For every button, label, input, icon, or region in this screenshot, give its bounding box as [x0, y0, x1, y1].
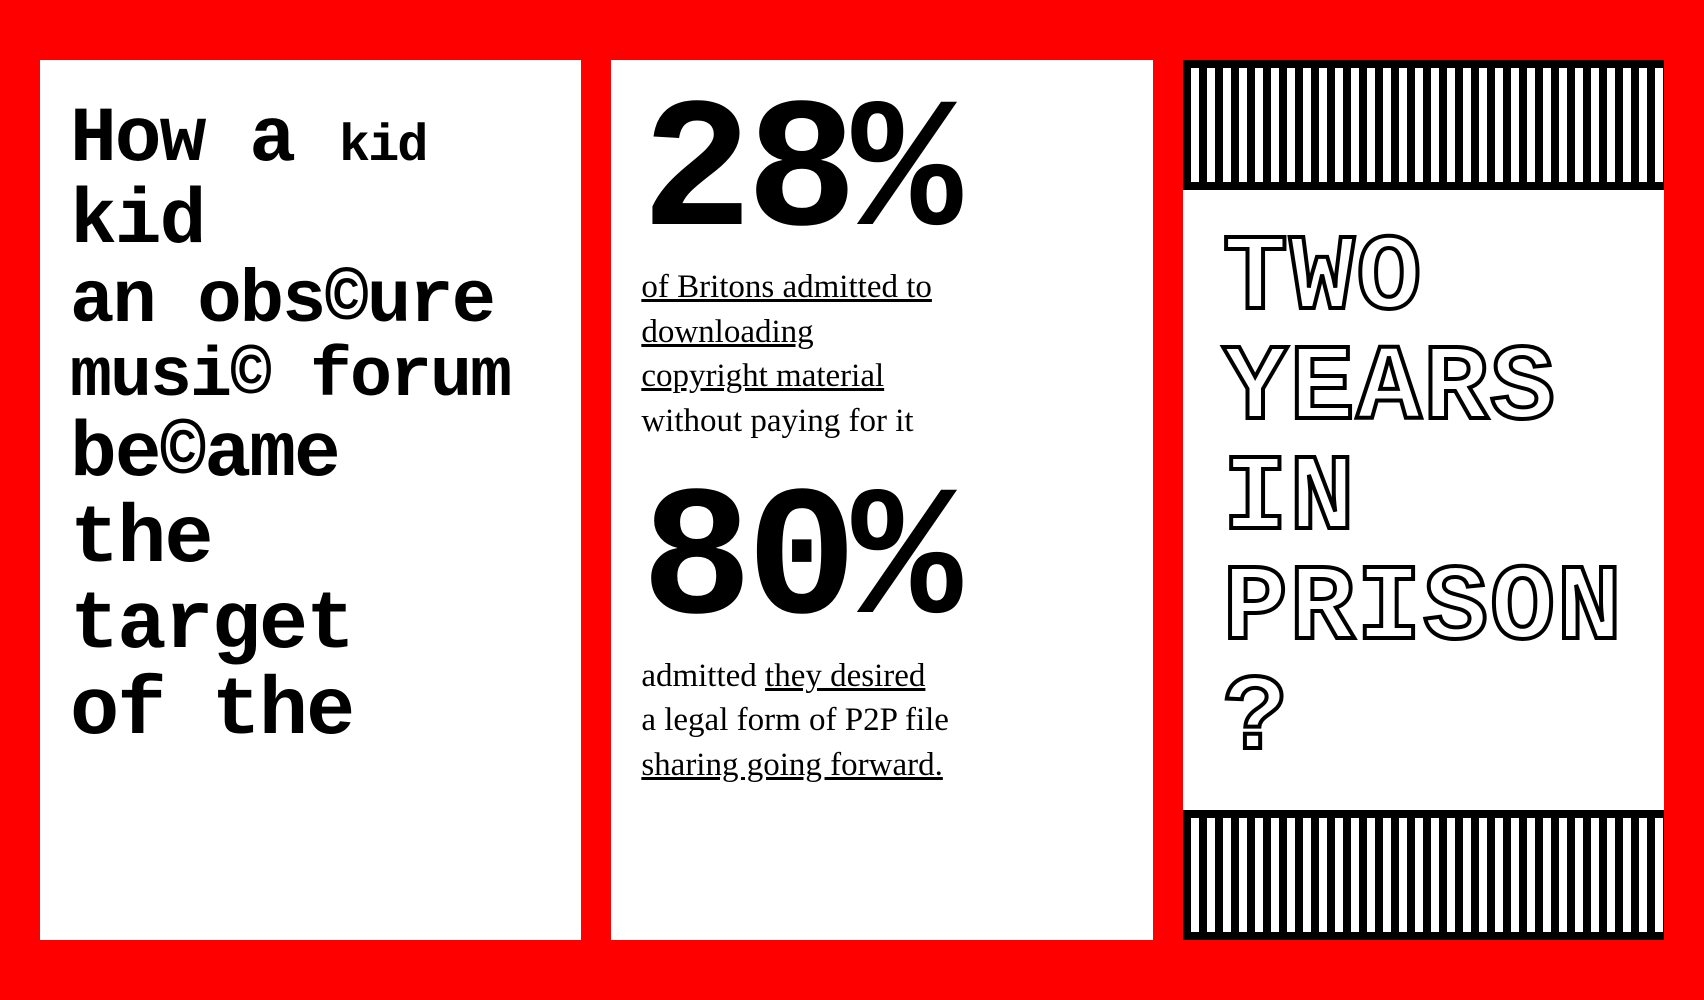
question-mark: ?: [1223, 665, 1624, 775]
years-text: YEARS: [1223, 335, 1624, 445]
left-line-4: musi© forum: [70, 341, 551, 415]
stat1-line1: of Britons admitted to: [641, 269, 932, 305]
stripes-top: [1183, 60, 1664, 190]
prison-word: PRISON: [1223, 555, 1624, 665]
prison-text: TWO YEARS IN PRISON ?: [1223, 225, 1624, 776]
stat-1-number: 28%: [641, 90, 1122, 260]
stat1-line4: without paying for it: [641, 403, 913, 439]
left-line-1: How a kid: [70, 100, 551, 182]
left-line-6: the: [70, 497, 551, 583]
card-middle: 28% of Britons admitted to downloading c…: [611, 60, 1152, 940]
stat2-they-desired: they desired: [765, 658, 925, 694]
left-line-2: kid: [70, 182, 551, 264]
card-left-content: How a kid kid an obs©ure musi© forum be©…: [70, 100, 551, 755]
stripes-bottom: [1183, 810, 1664, 940]
how-a-text: How a: [70, 96, 339, 184]
in-text: IN: [1223, 445, 1624, 555]
stat1-line3: copyright material: [641, 358, 884, 394]
stat-1-text: of Britons admitted to downloading copyr…: [641, 265, 1122, 443]
stat2-admitted: admitted: [641, 658, 765, 694]
two-text: TWO: [1223, 225, 1624, 335]
left-line-8: of the: [70, 669, 551, 755]
left-line-3: an obs©ure: [70, 264, 551, 342]
kid-text: kid: [339, 117, 427, 176]
card-right: TWO YEARS IN PRISON ?: [1183, 60, 1664, 940]
stat2-line2: a legal form of P2P file: [641, 702, 949, 738]
stat1-line2: downloading: [641, 314, 813, 350]
stat2-sharing: sharing going forward.: [641, 747, 943, 783]
stat-2-text: admitted they desired a legal form of P2…: [641, 654, 1122, 788]
left-line-7: target: [70, 583, 551, 669]
left-line-5: be©ame: [70, 415, 551, 497]
prison-text-container: TWO YEARS IN PRISON ?: [1183, 190, 1664, 810]
card-left: How a kid kid an obs©ure musi© forum be©…: [40, 60, 581, 940]
stat-2-number: 80%: [641, 478, 1122, 648]
